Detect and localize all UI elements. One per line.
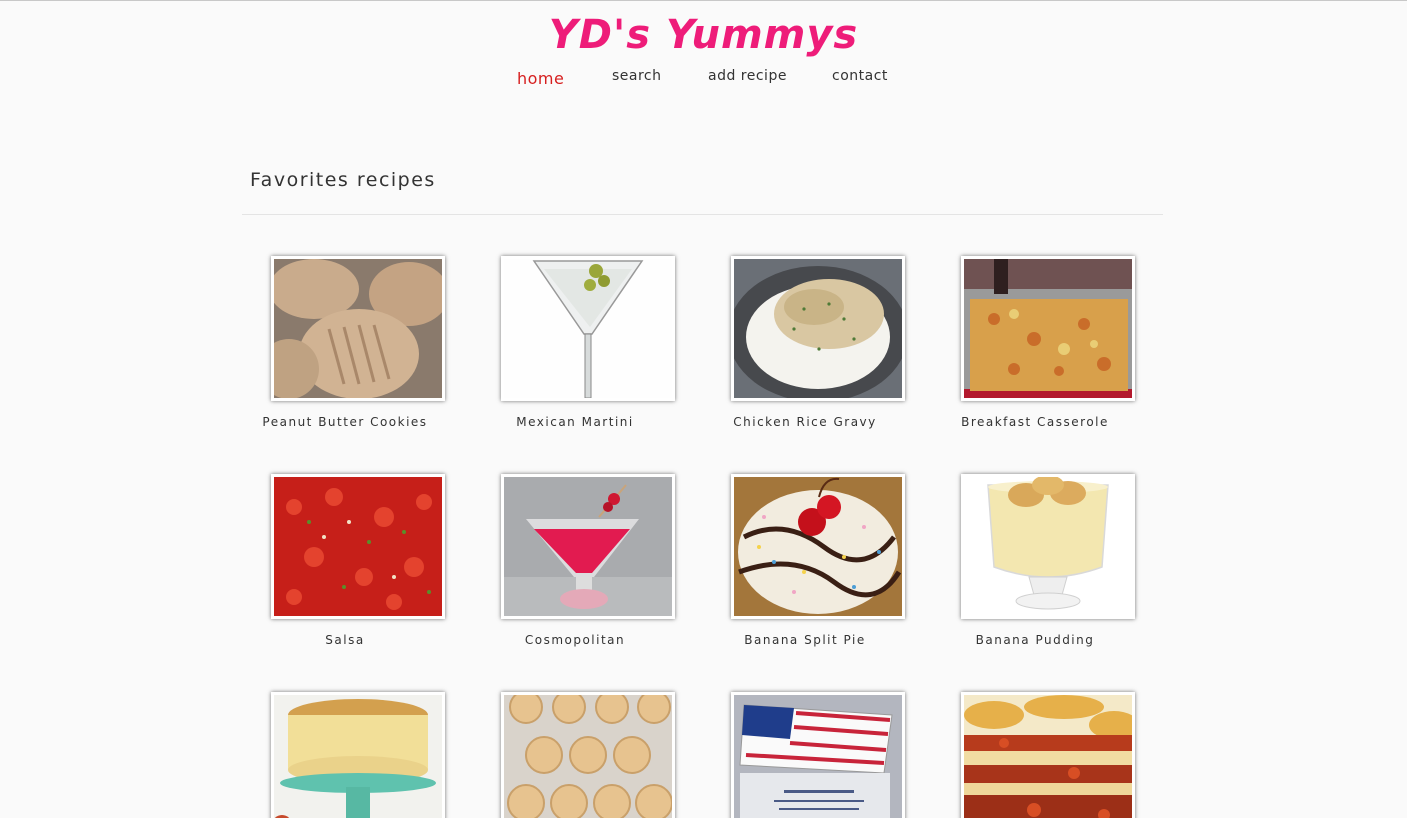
main-nav: home search add recipe contact bbox=[0, 66, 1407, 92]
recipe-name[interactable]: Salsa bbox=[230, 633, 460, 647]
recipe-image[interactable] bbox=[501, 692, 675, 818]
recipe-name[interactable]: Mexican Martini bbox=[460, 415, 690, 429]
recipe-image[interactable] bbox=[501, 256, 675, 401]
recipe-name[interactable]: Banana Pudding bbox=[920, 633, 1150, 647]
recipe-name[interactable]: Peanut Butter Cookies bbox=[230, 415, 460, 429]
nav-search[interactable]: search bbox=[612, 68, 662, 84]
recipe-name[interactable]: Breakfast Casserole bbox=[920, 415, 1150, 429]
recipe-image[interactable] bbox=[271, 692, 445, 818]
recipe-name[interactable]: Chicken Rice Gravy bbox=[690, 415, 920, 429]
recipe-image[interactable] bbox=[961, 256, 1135, 401]
recipe-image[interactable] bbox=[961, 692, 1135, 818]
recipe-name[interactable]: Banana Split Pie bbox=[690, 633, 920, 647]
nav-home[interactable]: home bbox=[517, 69, 564, 88]
section-title: Favorites recipes bbox=[250, 169, 436, 191]
section-divider bbox=[242, 214, 1163, 215]
recipe-image[interactable] bbox=[731, 692, 905, 818]
recipe-image[interactable] bbox=[271, 474, 445, 619]
nav-add-recipe[interactable]: add recipe bbox=[708, 68, 787, 84]
recipe-image[interactable] bbox=[731, 474, 905, 619]
recipe-image[interactable] bbox=[961, 474, 1135, 619]
recipe-image[interactable] bbox=[731, 256, 905, 401]
nav-contact[interactable]: contact bbox=[832, 68, 888, 84]
recipe-image[interactable] bbox=[271, 256, 445, 401]
site-logo[interactable]: YD's Yummys bbox=[0, 9, 1407, 61]
recipe-image[interactable] bbox=[501, 474, 675, 619]
recipe-name[interactable]: Cosmopolitan bbox=[460, 633, 690, 647]
